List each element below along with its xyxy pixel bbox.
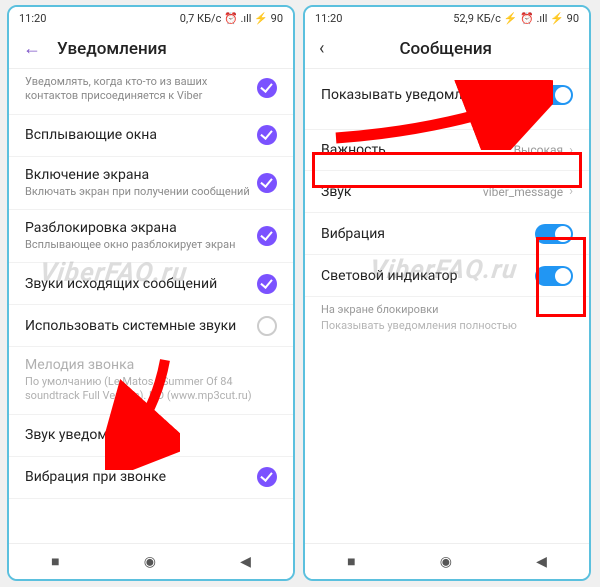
row-main: Вибрация при звонке [25,469,257,485]
status-time: 11:20 [315,12,342,25]
row-main: Звук уведомления [25,427,277,443]
status-right: 52,9 КБ/с ⚡ ⏰ .ıll ⚡ 90 [453,12,579,25]
lock-screen-note: На экране блокировки Показывать уведомле… [305,297,589,348]
row-main: Световой индикатор [321,268,535,284]
row-light-indicator[interactable]: Световой индикатор [305,255,589,297]
row-main: Всплывающие окна [25,127,257,143]
row-main: Звук [321,184,483,200]
chevron-right-icon: › [569,143,573,158]
row-notification-sound[interactable]: Звук уведомления [9,415,293,457]
phone-left: 11:20 0,7 КБ/с ⏰ .ıll ⚡ 90 ← Уведомления… [7,5,295,581]
row-contact-joined[interactable]: Уведомлять, когда кто-то из ваших контак… [9,69,293,115]
row-unlock-screen[interactable]: Разблокировка экрана Всплывающее окно ра… [9,210,293,263]
row-vibration-call[interactable]: Вибрация при звонке [9,457,293,499]
row-value: viber_message [483,185,563,199]
row-main: Включение экрана [25,167,257,183]
note-sub: Показывать уведомления полностью [321,319,517,332]
row-sub: Включать экран при получении сообщений [25,185,257,199]
nav-back-icon[interactable]: ◀ [240,554,251,570]
page-title: Сообщения [399,39,516,59]
chevron-right-icon: › [569,184,573,199]
toggle-switch[interactable] [535,224,573,244]
row-main: Важность [321,142,514,158]
row-main: Показывать уведомления [321,87,535,103]
back-icon[interactable]: ← [23,38,41,59]
status-time: 11:20 [19,12,46,25]
nav-back-icon[interactable]: ◀ [536,554,547,570]
check-icon[interactable] [257,173,277,193]
phone-right: 11:20 52,9 КБ/с ⚡ ⏰ .ıll ⚡ 90 ‹ Сообщени… [303,5,591,581]
row-main: Мелодия звонка [25,357,277,373]
row-popup-windows[interactable]: Всплывающие окна [9,115,293,157]
row-main: Разблокировка экрана [25,220,257,236]
row-main: Вибрация [321,226,535,242]
back-icon[interactable]: ‹ [319,38,324,59]
nav-buttons: ■ ◉ ◀ [9,543,293,579]
row-sub: Уведомлять, когда кто-то из ваших контак… [25,75,257,104]
header: ← Уведомления [9,29,293,69]
nav-home-icon[interactable]: ◉ [440,554,452,570]
page-title: Уведомления [57,39,167,59]
check-icon[interactable] [257,274,277,294]
check-icon[interactable] [257,467,277,487]
row-show-notifications[interactable]: Показывать уведомления [305,69,589,129]
row-outgoing-sounds[interactable]: Звуки исходящих сообщений [9,263,293,305]
nav-recents-icon[interactable]: ■ [51,553,59,570]
status-bar: 11:20 52,9 КБ/с ⚡ ⏰ .ıll ⚡ 90 [305,7,589,29]
row-sub: По умолчанию (Le Matos - Summer Of 84 so… [25,375,277,404]
check-icon[interactable] [257,226,277,246]
status-bar: 11:20 0,7 КБ/с ⏰ .ıll ⚡ 90 [9,7,293,29]
row-value: Высокая [514,143,564,157]
row-sub: Всплывающее окно разблокирует экран [25,238,257,252]
nav-recents-icon[interactable]: ■ [347,553,355,570]
status-right: 0,7 КБ/с ⏰ .ıll ⚡ 90 [180,12,283,25]
header: ‹ Сообщения [305,29,589,69]
row-sound[interactable]: Звук viber_message › [305,171,589,213]
note-title: На экране блокировки [321,303,573,317]
check-icon[interactable] [257,125,277,145]
check-icon[interactable] [257,78,277,98]
row-system-sounds[interactable]: Использовать системные звуки [9,305,293,347]
settings-list: Показывать уведомления Важность Высокая … [305,69,589,348]
row-vibration[interactable]: Вибрация [305,213,589,255]
settings-list: Уведомлять, когда кто-то из ваших контак… [9,69,293,499]
unchecked-icon[interactable] [257,316,277,336]
row-screen-on[interactable]: Включение экрана Включать экран при полу… [9,157,293,210]
row-ringtone: Мелодия звонка По умолчанию (Le Matos - … [9,347,293,415]
row-main: Использовать системные звуки [25,318,257,334]
row-main: Звуки исходящих сообщений [25,276,257,292]
toggle-switch[interactable] [535,85,573,105]
nav-home-icon[interactable]: ◉ [144,554,156,570]
row-importance[interactable]: Важность Высокая › [305,129,589,171]
nav-buttons: ■ ◉ ◀ [305,543,589,579]
toggle-switch[interactable] [535,266,573,286]
